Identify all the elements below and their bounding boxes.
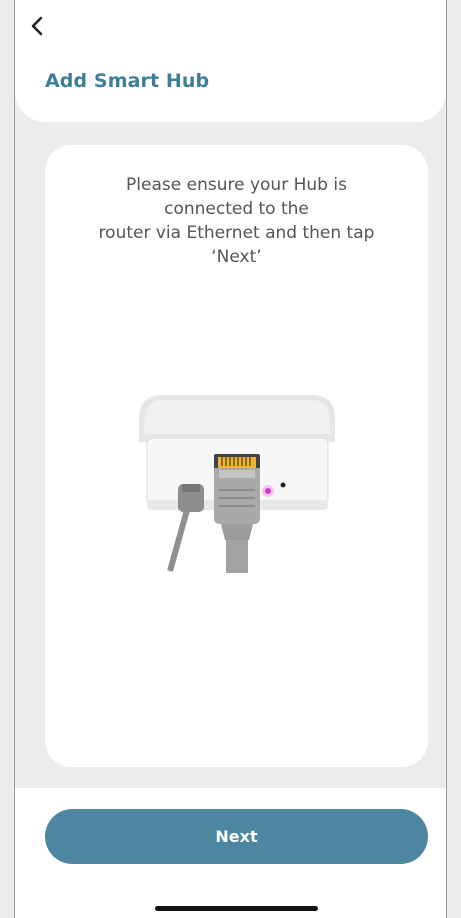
ethernet-boot <box>221 524 253 540</box>
reset-hole <box>280 482 286 488</box>
chevron-left-icon <box>31 16 43 36</box>
power-cable <box>167 509 190 572</box>
instruction-card: Please ensure your Hub is connected to t… <box>45 145 428 767</box>
ethernet-cable <box>226 540 248 573</box>
next-button[interactable]: Next <box>45 809 428 864</box>
frame-border-left <box>14 0 15 918</box>
hub-top-surface <box>143 400 331 434</box>
header-panel <box>15 0 446 122</box>
power-plug-tip <box>182 484 200 492</box>
home-indicator <box>155 906 318 911</box>
page-title: Add Smart Hub <box>45 70 210 92</box>
back-button[interactable] <box>27 14 51 38</box>
instruction-text: Please ensure your Hub is connected to t… <box>98 175 375 267</box>
ethernet-plug-clip <box>219 470 255 478</box>
frame-border-right <box>446 0 447 918</box>
status-led <box>265 488 271 494</box>
smart-hub-ethernet-illustration <box>139 395 335 573</box>
